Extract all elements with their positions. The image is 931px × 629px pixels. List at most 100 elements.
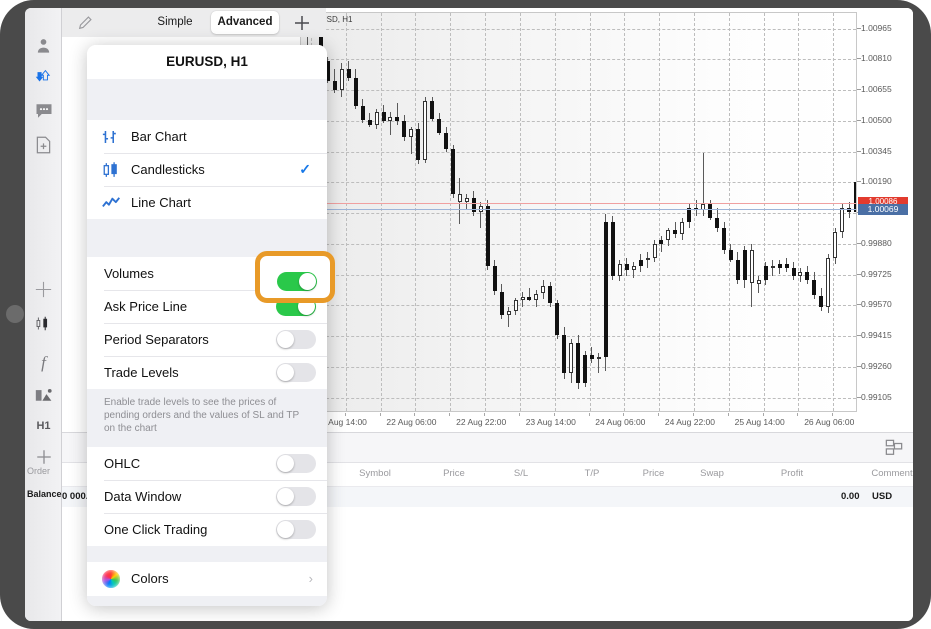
trade-levels-toggle[interactable] bbox=[276, 363, 316, 382]
candlestick bbox=[576, 13, 581, 411]
chart-type-group: Bar Chart Candlesticks ✓ Line Chart bbox=[87, 120, 327, 219]
candlestick bbox=[534, 13, 539, 411]
table-column-header[interactable]: Price bbox=[424, 468, 484, 479]
setting-one-click-trading[interactable]: One Click Trading bbox=[87, 513, 327, 546]
chat-icon[interactable] bbox=[25, 96, 62, 126]
table-column-header[interactable]: Profit bbox=[762, 468, 822, 479]
function-icon[interactable]: f bbox=[25, 348, 62, 378]
table-column-header[interactable]: Swap bbox=[682, 468, 742, 479]
setting-label: Ask Price Line bbox=[104, 299, 188, 314]
time-tick bbox=[762, 413, 764, 416]
price-tick-label: 1.00655 bbox=[861, 84, 892, 94]
candlestick bbox=[735, 13, 740, 411]
candlestick bbox=[555, 13, 560, 411]
price-tick-label: 0.99570 bbox=[861, 299, 892, 310]
candlestick bbox=[749, 13, 754, 411]
tab-simple[interactable]: Simple bbox=[144, 11, 206, 34]
candlestick-icon[interactable] bbox=[25, 308, 62, 338]
candlestick bbox=[520, 13, 525, 411]
table-column-header[interactable]: Price bbox=[626, 468, 681, 479]
candlestick bbox=[756, 13, 761, 411]
time-tick bbox=[658, 413, 660, 416]
candlestick bbox=[444, 13, 448, 411]
popover-title: EURUSD, H1 bbox=[87, 45, 327, 79]
candlestick bbox=[437, 13, 442, 411]
price-tick-label: 1.00500 bbox=[861, 114, 892, 125]
tab-advanced[interactable]: Advanced bbox=[211, 11, 279, 34]
table-column-header[interactable]: T/P bbox=[567, 468, 617, 479]
menu-item-colors[interactable]: Colors › bbox=[87, 562, 327, 596]
candlestick bbox=[464, 13, 469, 411]
candlestick bbox=[527, 13, 532, 411]
price-tick-label: 1.00965 bbox=[861, 22, 892, 33]
menu-item-line-chart[interactable]: Line Chart bbox=[87, 186, 327, 219]
highlight-annotation bbox=[255, 251, 335, 303]
chevron-right-icon: › bbox=[308, 571, 313, 586]
candlestick-icon bbox=[102, 161, 121, 179]
price-tick bbox=[857, 119, 861, 121]
menu-item-bar-chart[interactable]: Bar Chart bbox=[87, 120, 327, 153]
time-tick bbox=[623, 413, 625, 416]
setting-label: Volumes bbox=[104, 266, 154, 281]
candlestick bbox=[478, 13, 483, 411]
time-tick bbox=[484, 413, 486, 416]
setting-ohlc[interactable]: OHLC bbox=[87, 447, 327, 480]
table-column-header[interactable]: Symbol bbox=[340, 468, 410, 479]
candlestick bbox=[645, 13, 650, 411]
candlestick bbox=[492, 13, 497, 411]
period-separators-toggle[interactable] bbox=[276, 330, 316, 349]
time-axis[interactable]: 19 Aug 14:00 22 Aug 06:00 22 Aug 22:00 23 A… bbox=[300, 413, 913, 432]
ask-price-line bbox=[301, 203, 856, 204]
deposit-withdraw-icon[interactable] bbox=[25, 63, 62, 93]
time-tick bbox=[553, 413, 555, 416]
table-column-header[interactable]: S/L bbox=[496, 468, 546, 479]
price-tick bbox=[857, 89, 861, 90]
candlestick bbox=[617, 13, 622, 411]
pencil-icon[interactable] bbox=[78, 15, 93, 30]
candlestick bbox=[659, 13, 664, 411]
setting-label: OHLC bbox=[104, 456, 141, 471]
price-tick-label: 1.00190 bbox=[861, 176, 892, 187]
time-tick-label: 22 Aug 22:00 bbox=[456, 417, 507, 427]
price-tick-label: 1.00810 bbox=[861, 53, 892, 64]
price-axis[interactable]: 1.00086 1.00069 1.00965 1.00810 1.00655 1.0… bbox=[857, 12, 913, 412]
candlestick bbox=[812, 13, 817, 411]
crosshair-icon[interactable] bbox=[25, 274, 62, 304]
indicator-icon[interactable] bbox=[25, 380, 62, 410]
left-tool-rail: f H1 Order Balance bbox=[25, 8, 62, 621]
data-window-toggle[interactable] bbox=[276, 487, 316, 506]
layout-grid-icon[interactable] bbox=[885, 439, 903, 457]
candlestick bbox=[416, 13, 421, 411]
candlestick bbox=[638, 13, 643, 411]
section-gap bbox=[87, 546, 327, 562]
price-tick bbox=[857, 27, 861, 29]
time-tick-label: 24 Aug 06:00 bbox=[595, 417, 646, 427]
price-tick bbox=[857, 150, 861, 152]
price-tick-label: 0.99105 bbox=[861, 391, 892, 402]
setting-period-separators[interactable]: Period Separators bbox=[87, 323, 327, 356]
ask-price-line-toggle-highlighted[interactable] bbox=[277, 272, 317, 291]
candlestick bbox=[513, 13, 518, 411]
candlestick bbox=[423, 13, 428, 411]
setting-trade-levels[interactable]: Trade Levels bbox=[87, 356, 327, 389]
timeframe-button[interactable]: H1 bbox=[25, 411, 62, 441]
person-icon[interactable] bbox=[25, 30, 62, 60]
one-click-trading-toggle[interactable] bbox=[276, 520, 316, 539]
chart-plot-area[interactable] bbox=[300, 12, 857, 412]
candlestick bbox=[603, 13, 608, 411]
menu-item-candlesticks[interactable]: Candlesticks ✓ bbox=[87, 153, 327, 186]
candlestick bbox=[833, 13, 838, 411]
price-tick bbox=[857, 181, 861, 183]
setting-data-window[interactable]: Data Window bbox=[87, 480, 327, 513]
ohlc-toggle[interactable] bbox=[276, 454, 316, 473]
table-column-header[interactable]: Comment bbox=[852, 468, 913, 479]
home-button[interactable] bbox=[6, 305, 24, 323]
add-chart-tab-icon[interactable] bbox=[292, 13, 312, 33]
time-tick bbox=[727, 413, 729, 416]
time-tick-label: 25 Aug 14:00 bbox=[734, 417, 785, 427]
menu-item-label: Bar Chart bbox=[131, 129, 187, 144]
new-document-icon[interactable] bbox=[25, 130, 62, 160]
candlestick bbox=[715, 13, 720, 411]
setting-label: Trade Levels bbox=[104, 365, 179, 380]
time-tick bbox=[518, 413, 520, 416]
